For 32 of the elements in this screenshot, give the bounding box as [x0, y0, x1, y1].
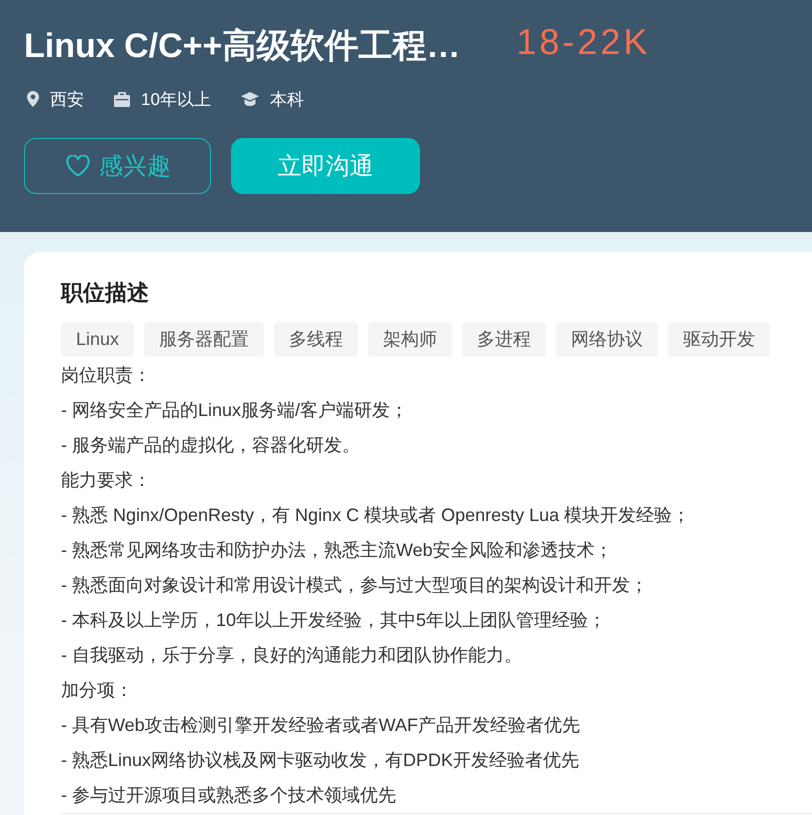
job-meta-text: 10年以上	[141, 88, 211, 110]
interest-button[interactable]: 感兴趣	[24, 138, 211, 194]
description-line: - 熟悉Linux网络协议栈及网卡驱动收发，有DPDK开发经验者优先	[61, 749, 580, 772]
briefcase-icon	[114, 92, 130, 106]
graduation-cap-icon	[240, 92, 259, 106]
description-line: 加分项：	[61, 679, 134, 702]
location-pin-icon	[27, 91, 39, 107]
skill-tag: 架构师	[368, 322, 452, 357]
skill-tag: Linux	[61, 322, 134, 357]
description-line: - 自我驱动，乐于分享，良好的沟通能力和团队协作能力。	[61, 644, 523, 667]
description-line: - 本科及以上学历，10年以上开发经验，其中5年以上团队管理经验；	[61, 609, 608, 632]
skill-tag: 多进程	[462, 322, 546, 357]
skill-tag: 多线程	[274, 322, 358, 357]
section-title: 职位描述	[61, 279, 150, 307]
job-meta-text: 西安	[50, 88, 84, 110]
description-line: - 熟悉常见网络攻击和防护办法，熟悉主流Web安全风险和渗透技术；	[61, 539, 614, 562]
description-line: - 服务端产品的虚拟化，容器化研发。	[61, 434, 361, 457]
job-title: Linux C/C++高级软件工程…	[24, 26, 460, 67]
skill-tag: 网络协议	[556, 322, 658, 357]
description-line: - 具有Web攻击检测引擎开发经验者或者WAF产品开发经验者优先	[61, 714, 582, 737]
job-meta-text: 本科	[270, 88, 304, 110]
salary-range: 18-22K	[516, 20, 650, 64]
skill-tag: 服务器配置	[144, 322, 264, 357]
description-line: - 网络安全产品的Linux服务端/客户端研发；	[61, 399, 410, 422]
heart-icon	[66, 155, 90, 177]
description-line: - 熟悉面向对象设计和常用设计模式，参与过大型项目的架构设计和开发；	[61, 574, 649, 597]
description-line: - 熟悉 Nginx/OpenResty，有 Nginx C 模块或者 Openresty Lua 模块开发经验；	[61, 504, 692, 527]
description-line: 岗位职责：	[61, 364, 152, 387]
skill-tag: 驱动开发	[668, 322, 770, 357]
description-line: 能力要求：	[61, 469, 152, 492]
chat-now-button[interactable]: 立即沟通	[231, 138, 420, 194]
description-line: - 参与过开源项目或熟悉多个技术领域优先	[61, 784, 397, 807]
